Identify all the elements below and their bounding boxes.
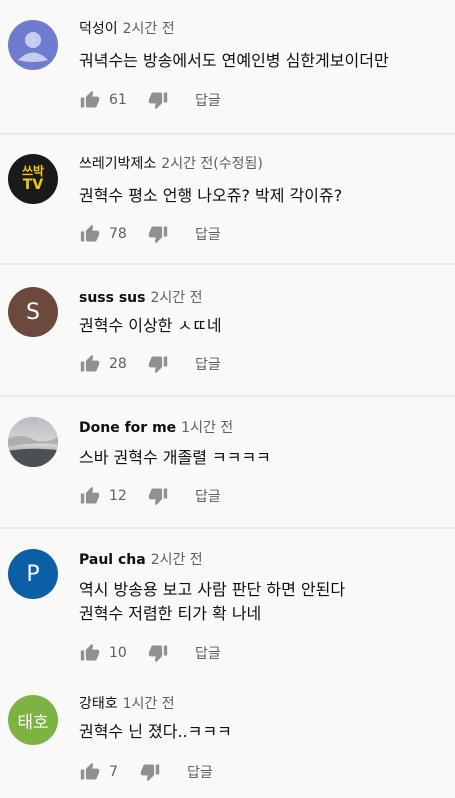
avatar[interactable]: S <box>8 287 58 337</box>
comment-item: S suss sus 2시간 전 권혁수 이상한 ㅅㄸ네 28 답글 <box>0 265 455 395</box>
thumbs-down-icon[interactable] <box>147 353 169 375</box>
like-count: 10 <box>109 645 127 661</box>
comment-actions: 61 답글 <box>79 88 221 112</box>
thumbs-up-icon[interactable] <box>79 353 101 375</box>
avatar-letter: P <box>26 561 40 587</box>
avatar[interactable]: 태호 <box>8 695 58 745</box>
thumbs-up-icon[interactable] <box>79 89 101 111</box>
avatar[interactable] <box>8 20 58 70</box>
like-count: 61 <box>109 92 127 108</box>
comment-actions: 7 답글 <box>79 760 213 784</box>
comment-item: 쓰박 TV 쓰레기박제소 2시간 전(수정됨) 권혁수 평소 언행 나오쥬? 박제… <box>0 135 455 263</box>
comment-time[interactable]: 2시간 전 <box>151 552 203 568</box>
thumbs-down-icon[interactable] <box>147 223 169 245</box>
comment-header: 강태호 1시간 전 <box>79 695 175 713</box>
author-name[interactable]: 덕성이 <box>79 21 118 37</box>
comment-item: 덕성이 2시간 전 궈녁수는 방송에서도 연예인병 심한게보이더만 61 답글 <box>0 0 455 133</box>
comment-time[interactable]: 2시간 전(수정됨) <box>161 156 263 172</box>
reply-button[interactable]: 답글 <box>187 762 213 782</box>
comment-header: Done for me 1시간 전 <box>79 419 233 437</box>
comment-time[interactable]: 1시간 전 <box>123 696 175 712</box>
author-name[interactable]: suss sus <box>79 290 145 306</box>
like-count: 7 <box>109 764 118 780</box>
like-count: 78 <box>109 226 127 242</box>
comment-line: 권혁수 평소 언행 나오쥬? 박제 각이쥬? <box>79 186 343 205</box>
reply-button[interactable]: 답글 <box>195 486 221 506</box>
avatar-letter: S <box>26 299 40 325</box>
comment-line: 역시 방송용 보고 사람 판단 하면 안된다 <box>79 580 346 599</box>
avatar[interactable]: P <box>8 549 58 599</box>
thumbs-up-icon[interactable] <box>79 642 101 664</box>
comment-time[interactable]: 2시간 전 <box>123 21 175 37</box>
thumbs-up-icon[interactable] <box>79 485 101 507</box>
comment-text: 스바 권혁수 개졸렬 ㅋㅋㅋㅋ <box>79 446 271 470</box>
like-count: 12 <box>109 488 127 504</box>
thumbs-down-icon[interactable] <box>147 89 169 111</box>
avatar[interactable] <box>8 417 58 467</box>
comment-actions: 78 답글 <box>79 222 221 246</box>
author-name[interactable]: Done for me <box>79 420 176 436</box>
reply-button[interactable]: 답글 <box>195 354 221 374</box>
comment-text: 권혁수 닌 졌다..ㅋㅋㅋ <box>79 720 232 744</box>
avatar[interactable]: 쓰박 TV <box>8 154 58 204</box>
comment-item: 태호 강태호 1시간 전 권혁수 닌 졌다..ㅋㅋㅋ 7 답글 <box>0 679 455 798</box>
thumbs-up-icon[interactable] <box>79 761 101 783</box>
comment-header: 쓰레기박제소 2시간 전(수정됨) <box>79 155 263 173</box>
comment-text: 권혁수 평소 언행 나오쥬? 박제 각이쥬? <box>79 184 342 208</box>
comment-text: 역시 방송용 보고 사람 판단 하면 안된다 권혁수 저렴한 티가 확 나네 <box>79 578 345 626</box>
like-count: 28 <box>109 356 127 372</box>
reply-button[interactable]: 답글 <box>195 643 221 663</box>
comment-time[interactable]: 1시간 전 <box>181 420 233 436</box>
comment-item: P Paul cha 2시간 전 역시 방송용 보고 사람 판단 하면 안된다 권… <box>0 529 455 679</box>
landscape-photo-icon <box>8 417 58 467</box>
comment-actions: 12 답글 <box>79 484 221 508</box>
comment-actions: 28 답글 <box>79 352 221 376</box>
author-name[interactable]: 쓰레기박제소 <box>79 156 156 172</box>
author-name[interactable]: 강태호 <box>79 696 118 712</box>
comment-line: 권혁수 닌 졌다..ㅋㅋㅋ <box>79 722 232 741</box>
comment-line: 권혁수 저렴한 티가 확 나네 <box>79 604 262 623</box>
avatar-logo-text: TV <box>22 177 44 193</box>
author-name[interactable]: Paul cha <box>79 552 146 568</box>
comment-item: Done for me 1시간 전 스바 권혁수 개졸렬 ㅋㅋㅋㅋ 12 답글 <box>0 397 455 527</box>
avatar-letter: 태호 <box>17 712 49 733</box>
comment-text: 궈녁수는 방송에서도 연예인병 심한게보이더만 <box>79 49 389 73</box>
thumbs-up-icon[interactable] <box>79 223 101 245</box>
comment-time[interactable]: 2시간 전 <box>150 290 202 306</box>
reply-button[interactable]: 답글 <box>195 90 221 110</box>
comment-line: 궈녁수는 방송에서도 연예인병 심한게보이더만 <box>79 51 389 70</box>
reply-button[interactable]: 답글 <box>195 224 221 244</box>
comment-header: suss sus 2시간 전 <box>79 289 202 307</box>
comment-header: 덕성이 2시간 전 <box>79 20 175 38</box>
comment-line: 권혁수 이상한 ㅅㄸ네 <box>79 316 222 335</box>
thumbs-down-icon[interactable] <box>139 761 161 783</box>
comment-text: 권혁수 이상한 ㅅㄸ네 <box>79 314 222 338</box>
comment-actions: 10 답글 <box>79 641 221 665</box>
comment-line: 스바 권혁수 개졸렬 ㅋㅋㅋㅋ <box>79 448 271 467</box>
comment-header: Paul cha 2시간 전 <box>79 551 203 569</box>
thumbs-down-icon[interactable] <box>147 485 169 507</box>
thumbs-down-icon[interactable] <box>147 642 169 664</box>
